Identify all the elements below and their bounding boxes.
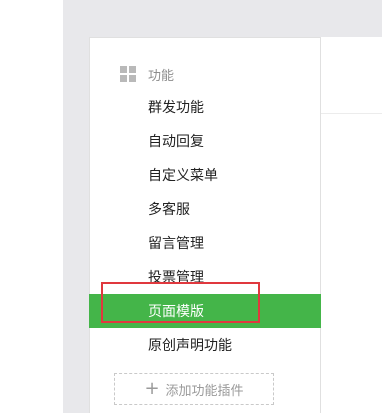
add-plugin-button[interactable]: + 添加功能插件 bbox=[114, 373, 274, 405]
sidebar-item-original-declaration[interactable]: 原创声明功能 bbox=[89, 328, 321, 362]
sidebar-item-auto-reply[interactable]: 自动回复 bbox=[89, 124, 321, 158]
main-content-area bbox=[321, 37, 382, 413]
sidebar-item-customer-service[interactable]: 多客服 bbox=[89, 192, 321, 226]
sidebar-item-mass-send[interactable]: 群发功能 bbox=[89, 90, 321, 124]
sidebar-item-label: 自动回复 bbox=[148, 134, 204, 150]
grid-icon bbox=[120, 66, 136, 82]
page-left-area bbox=[0, 0, 63, 413]
sidebar-item-label: 多客服 bbox=[148, 202, 190, 218]
sidebar-item-custom-menu[interactable]: 自定义菜单 bbox=[89, 158, 321, 192]
sidebar-item-label: 原创声明功能 bbox=[148, 338, 232, 354]
annotation-highlight-box bbox=[101, 282, 260, 323]
content-divider bbox=[321, 113, 382, 114]
sidebar-section-title: 功能 bbox=[148, 68, 175, 84]
plus-icon: + bbox=[144, 378, 160, 399]
add-plugin-label: 添加功能插件 bbox=[165, 383, 244, 399]
sidebar-item-label: 自定义菜单 bbox=[148, 168, 218, 184]
sidebar-item-label: 留言管理 bbox=[148, 236, 204, 252]
sidebar-item-comments[interactable]: 留言管理 bbox=[89, 226, 321, 260]
sidebar-item-label: 群发功能 bbox=[148, 100, 204, 116]
sidebar-section-header: 功能 bbox=[120, 64, 174, 84]
